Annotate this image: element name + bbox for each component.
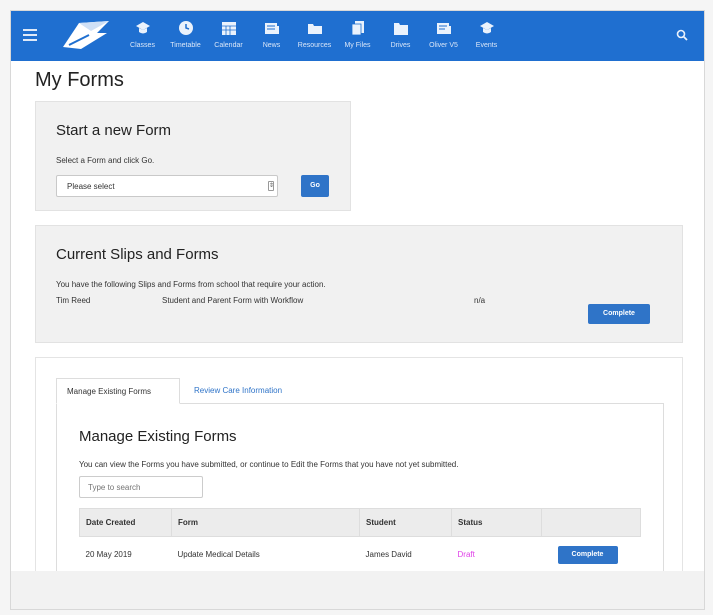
column-header-action [541,508,641,537]
calendar-icon [221,22,236,35]
files-icon [351,21,364,36]
nav-label: Oliver V5 [429,42,458,49]
column-header-status[interactable]: Status [451,508,542,537]
nav-timetable[interactable]: Timetable [164,11,207,61]
slip-status: n/a [474,296,486,305]
page-footer-area [11,571,704,609]
oliver-icon [436,23,451,34]
table-header-row: Date Created Form Student Status [79,508,641,537]
slip-student-name: Tim Reed [56,296,91,305]
tab-review-care-information[interactable]: Review Care Information [184,378,292,404]
cell-date-created: 20 May 2019 [79,536,172,573]
news-icon [264,23,279,34]
form-select[interactable]: Please select ⇕ [56,175,278,197]
cell-form: Update Medical Details [171,536,360,573]
column-header-form[interactable]: Form [171,508,360,537]
hamburger-menu-icon[interactable] [23,29,37,41]
current-slips-description: You have the following Slips and Forms f… [56,280,326,289]
nav-news[interactable]: News [250,11,293,61]
manage-forms-heading: Manage Existing Forms [79,428,237,445]
nav-calendar[interactable]: Calendar [207,11,250,61]
nav-classes[interactable]: Classes [121,11,164,61]
nav-oliver-v5[interactable]: Oliver V5 [422,11,465,61]
drives-icon [393,23,408,35]
classes-icon [135,22,150,34]
forms-search-input[interactable] [79,476,203,498]
column-header-date-created[interactable]: Date Created [79,508,172,537]
manage-forms-description: You can view the Forms you have submitte… [79,460,459,469]
nav-events[interactable]: Events [465,11,508,61]
current-slips-panel: Current Slips and Forms You have the fol… [35,225,683,343]
nav-label: My Files [344,42,371,49]
nav-drives[interactable]: Drives [379,11,422,61]
app-window: Classes Timetable Calendar News Resource… [10,10,705,610]
select-caret-icon: ⇕ [268,181,275,191]
search-icon[interactable] [676,29,688,41]
slip-complete-button[interactable]: Complete [588,304,650,324]
forms-table: Date Created Form Student Status 20 May … [79,508,641,573]
events-icon [479,22,494,34]
tab-manage-existing-forms[interactable]: Manage Existing Forms [56,378,180,404]
column-header-student[interactable]: Student [359,508,452,537]
page-title: My Forms [35,69,124,91]
top-navigation-bar: Classes Timetable Calendar News Resource… [11,11,704,61]
nav-label: News [262,42,281,49]
go-button[interactable]: Go [301,175,329,197]
table-row: 20 May 2019 Update Medical Details James… [79,536,641,573]
new-form-panel: Start a new Form Select a Form and click… [35,101,351,211]
status-badge: Draft [451,536,542,573]
main-nav: Classes Timetable Calendar News Resource… [121,11,508,61]
nav-label: Calendar [214,42,243,49]
nav-resources[interactable]: Resources [293,11,336,61]
nav-label: Resources [297,42,332,49]
new-form-hint: Select a Form and click Go. [56,156,155,165]
resources-icon [307,24,322,34]
nav-label: Classes [130,42,155,49]
nav-label: Drives [390,42,411,49]
cell-student: James David [359,536,452,573]
timetable-icon [178,21,193,35]
nav-label: Timetable [170,42,201,49]
nav-label: Events [475,42,498,49]
nav-my-files[interactable]: My Files [336,11,379,61]
current-slips-heading: Current Slips and Forms [56,246,219,263]
new-form-heading: Start a new Form [56,122,172,139]
row-complete-button[interactable]: Complete [557,545,618,564]
slip-form-name: Student and Parent Form with Workflow [162,296,304,305]
cell-action: Complete [541,536,641,573]
school-logo-icon[interactable] [59,17,113,53]
form-select-value: Please select [67,182,115,191]
